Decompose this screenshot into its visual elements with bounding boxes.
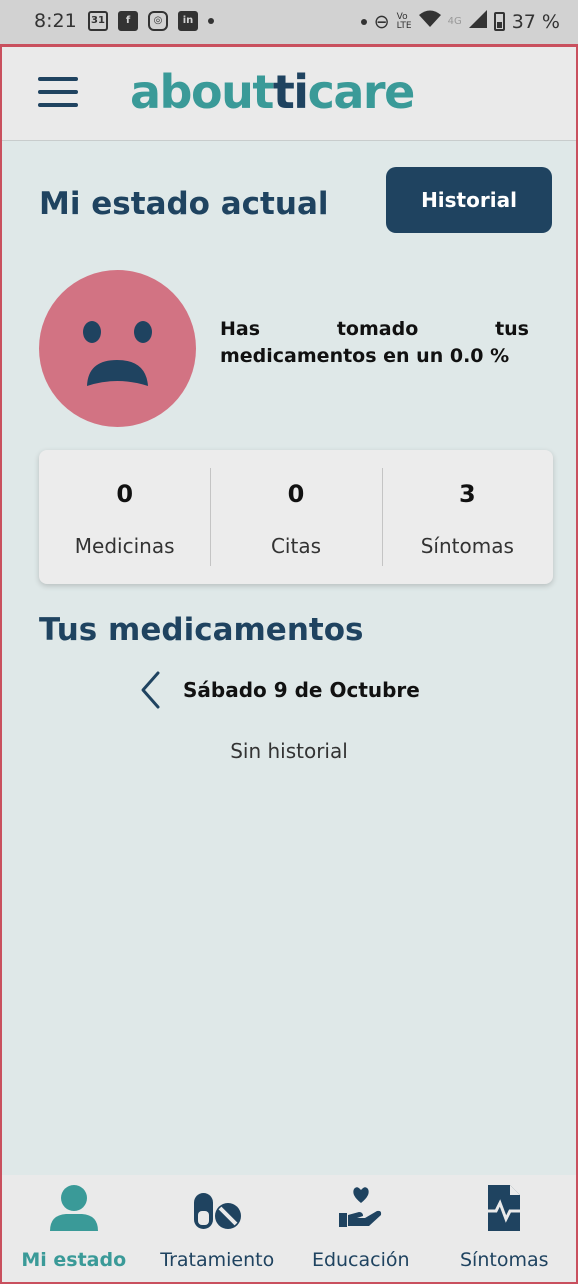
- calendar-icon: 31: [88, 11, 108, 31]
- facebook-icon: f: [118, 11, 138, 31]
- volte-icon: Vo LTE: [396, 11, 412, 31]
- nav-label: Educación: [311, 1249, 410, 1271]
- signal-icon: [468, 10, 487, 33]
- app-logo: aboutticare: [130, 65, 415, 119]
- instagram-icon: ◎: [148, 11, 168, 31]
- stat-symptoms[interactable]: 3 Síntomas: [381, 450, 553, 584]
- wifi-icon: [418, 10, 441, 33]
- empty-history-text: Sin historial: [230, 739, 348, 763]
- linkedin-icon: in: [178, 11, 198, 31]
- nav-educacion[interactable]: Educación: [289, 1175, 433, 1282]
- medical-file-icon: [484, 1185, 525, 1231]
- nav-mi-estado[interactable]: Mi estado: [2, 1175, 146, 1282]
- notification-dot-icon: [208, 18, 214, 24]
- page-title: Mi estado actual: [39, 186, 329, 222]
- stat-appointments[interactable]: 0 Citas: [210, 450, 381, 584]
- adherence-message: Has tomado tus medicamentos en un 0.0 %: [220, 318, 529, 367]
- status-bar: 8:21 31 f ◎ in ⊖ Vo LTE 4G 37 %: [0, 0, 578, 44]
- app-bar: aboutticare: [2, 47, 576, 141]
- stat-value: 0: [116, 480, 134, 508]
- battery-icon: [493, 12, 505, 31]
- history-button[interactable]: Historial: [386, 167, 552, 233]
- network-type: 4G: [447, 16, 462, 27]
- stat-label: Medicinas: [74, 534, 175, 558]
- hand-heart-icon: [338, 1187, 381, 1227]
- summary-card: 0 Medicinas 0 Citas 3 Síntomas: [39, 450, 553, 584]
- bottom-nav: Mi estado Tratamiento Educación Síntomas: [2, 1175, 576, 1282]
- menu-icon[interactable]: [38, 77, 78, 109]
- medications-title: Tus medicamentos: [39, 612, 364, 648]
- stat-label: Citas: [270, 534, 322, 558]
- nav-tratamiento[interactable]: Tratamiento: [146, 1175, 290, 1282]
- nav-label: Síntomas: [459, 1249, 549, 1271]
- status-time: 8:21: [34, 10, 77, 32]
- pills-icon: [194, 1193, 242, 1229]
- chevron-left-icon[interactable]: [138, 670, 162, 710]
- person-icon: [49, 1185, 98, 1231]
- nav-label: Tratamiento: [160, 1249, 275, 1271]
- stat-value: 3: [458, 480, 476, 508]
- date-label: Sábado 9 de Octubre: [183, 678, 420, 702]
- sad-face-icon: [39, 270, 196, 427]
- stat-value: 0: [287, 480, 305, 508]
- notification-dot-icon: [360, 18, 367, 25]
- nav-sintomas[interactable]: Síntomas: [433, 1175, 577, 1282]
- nav-label: Mi estado: [21, 1249, 127, 1271]
- battery-level: 37 %: [511, 10, 560, 33]
- stat-medicines[interactable]: 0 Medicinas: [39, 450, 210, 584]
- stat-label: Síntomas: [420, 534, 514, 558]
- do-not-disturb-icon: ⊖: [373, 10, 390, 33]
